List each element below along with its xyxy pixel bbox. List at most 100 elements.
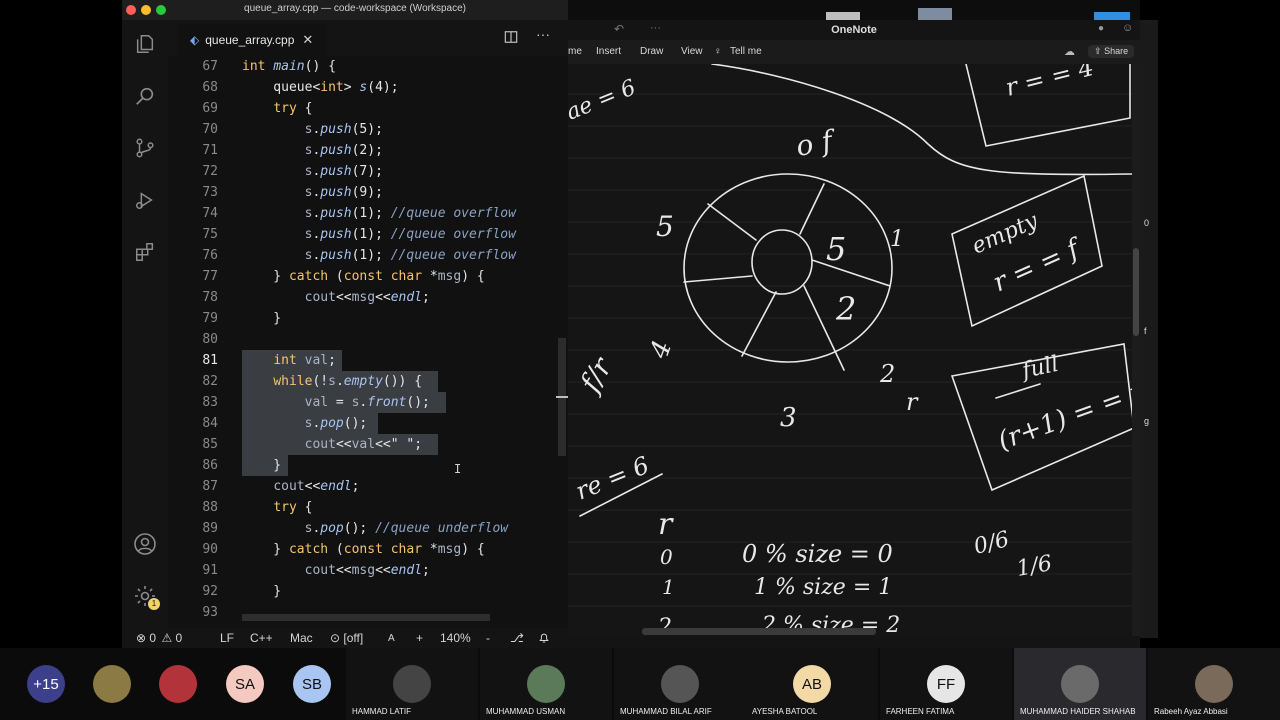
code-line[interactable]: 72 s.push(7); [168,161,558,182]
participant-tile[interactable]: +15 [20,648,72,720]
language-mode[interactable]: C++ [250,631,273,645]
code-line[interactable]: 77 } catch (const char *msg) { [168,266,558,287]
code-line[interactable]: 75 s.push(1); //queue overflow [168,224,558,245]
participant-tile[interactable]: Rabeeh Ayaz Abbasi [1148,648,1280,720]
code-text: s.push(1); //queue overflow [304,206,516,221]
code-line[interactable]: 76 s.push(1); //queue overflow [168,245,558,266]
code-line[interactable]: 88 try { [168,497,558,518]
code-line[interactable]: 79 } [168,308,558,329]
code-text: } [242,584,282,599]
settings-badge: 1 [148,598,160,610]
ink-text-re6: re = 6 [572,451,653,506]
vscode-window: queue_array.cpp — code-workspace (Worksp… [122,0,568,648]
participant-tile[interactable]: MUHAMMAD USMAN [480,648,612,720]
eol-indicator[interactable]: LF [220,631,234,645]
broadcast-toggle[interactable]: ⊙ [off] [330,631,363,645]
ink-text-f-slash-r: f/r [572,351,619,399]
participant-tile[interactable]: FF FARHEEN FATIMA [880,648,1012,720]
editor-horizontal-scrollbar[interactable] [242,614,490,621]
warning-icon: ⚠ [161,631,173,645]
code-text: } catch (const char *msg) { [242,269,485,284]
settings-gear-icon[interactable]: 1 [133,584,160,610]
zoom-level[interactable]: 140% [440,631,471,645]
notifications-bell-icon[interactable] [538,631,550,647]
code-line[interactable]: 67 int main() { [168,56,558,77]
run-debug-icon[interactable] [133,188,157,212]
ink-text-frac-1-6: 1/6 [1015,551,1054,582]
zoom-out-button[interactable]: - [486,631,490,645]
code-line[interactable]: 85 cout<<val<<" "; [168,434,558,455]
sync-icon[interactable]: ☁ [1064,45,1075,58]
code-line[interactable]: 70 s.push(5); [168,119,558,140]
screen: queue_array.cpp — code-workspace (Worksp… [0,0,1280,720]
code-line[interactable]: 90 } catch (const char *msg) { [168,539,558,560]
participant-tile[interactable]: MUHAMMAD BILAL ARIF [614,648,746,720]
code-text: val = s.front(); [304,395,430,410]
code-text: s.push(1); //queue overflow [304,248,516,263]
code-line[interactable]: 68 queue<int> s(4); [168,77,558,98]
extensions-icon[interactable] [133,240,157,264]
code-editor[interactable]: 67 int main() {68 queue<int> s(4); 69 try … [168,56,568,628]
code-line[interactable]: 78 cout<<msg<<endl; [168,287,558,308]
code-line[interactable]: 82 while(!s.empty()) { [168,371,558,392]
participant-tile[interactable]: MUHAMMAD HAIDER SHAHAB [1014,648,1146,720]
horizontal-scrollbar[interactable] [642,628,876,635]
code-line[interactable]: 83 val = s.front(); [168,392,558,413]
code-line[interactable]: 69 try { [168,98,558,119]
code-line[interactable]: 84 s.pop(); [168,413,558,434]
source-control-icon[interactable] [133,136,157,160]
line-number: 81 [202,353,218,368]
line-number: 80 [202,332,218,347]
tell-me-search[interactable]: Tell me [730,46,762,57]
participant-photo-avatar [1195,665,1233,703]
line-number: 93 [202,605,218,620]
participant-tile[interactable]: AB AYESHA BATOOL [746,648,878,720]
code-text: } [242,311,282,326]
share-button[interactable]: ⇪ Share [1088,45,1135,58]
code-line[interactable]: 92 } [168,581,558,602]
ink-text-one: 1 [890,227,904,252]
onenote-undo-icon[interactable]: ↶ [614,22,624,36]
code-line[interactable]: 80 [168,329,558,350]
code-line[interactable]: 73 s.push(9); [168,182,558,203]
participant-tile[interactable]: HAMMAD LATIF [346,648,478,720]
code-line[interactable]: 86 } [168,455,558,476]
close-tab-icon[interactable]: ✕ [302,32,313,48]
participant-tile[interactable] [152,648,204,720]
code-text: while(!s.empty()) { [273,374,423,389]
code-line[interactable]: 74 s.push(1); //queue overflow [168,203,558,224]
vertical-scroll-thumb[interactable] [1133,248,1139,336]
onenote-more-icon[interactable]: ··· [650,22,661,34]
participant-tile[interactable]: SB [286,648,338,720]
code-line[interactable]: 71 s.push(2); [168,140,558,161]
participant-tile[interactable]: SA [219,648,271,720]
line-number: 79 [202,311,218,326]
code-line[interactable]: 81 int val; [168,350,558,371]
platform-indicator[interactable]: Mac [290,631,313,645]
code-line[interactable]: 91 cout<<msg<<endl; [168,560,558,581]
vertical-scrollbar[interactable] [1132,64,1140,636]
explorer-icon[interactable] [133,32,157,56]
participant-photo-avatar [393,665,431,703]
ribbon-tab-draw[interactable]: Draw [640,46,663,57]
search-icon[interactable] [133,84,157,108]
code-line[interactable]: 87 cout<<endl; [168,476,558,497]
ribbon-tab-home[interactable]: me [568,46,582,57]
split-editor-icon[interactable] [504,30,518,49]
code-text: cout<<msg<<endl; [304,290,430,305]
zoom-in-button[interactable]: + [416,631,423,645]
live-share-icon[interactable]: ⎇ [510,631,524,645]
participant-tile[interactable] [86,648,138,720]
tab-queue-array-cpp[interactable]: ⬖ queue_array.cpp ✕ [178,24,326,56]
bell-icon[interactable]: ● [1098,23,1104,34]
more-actions-icon[interactable]: ··· [536,26,550,42]
problems-indicator[interactable]: ⊗ 0 ⚠ 0 [136,631,182,645]
ribbon-tab-view[interactable]: View [681,46,703,57]
notebook-page-canvas[interactable]: r = = 4 ae = 6 o f 5 5 2 1 2 3 r f/r 4 e… [568,64,1134,636]
smiley-icon[interactable]: ☺ [1122,22,1133,34]
account-icon[interactable] [133,532,157,556]
ribbon-tab-insert[interactable]: Insert [596,46,621,57]
ink-text-two-outer: 2 [879,360,895,388]
font-size-label[interactable]: A [388,633,395,644]
code-line[interactable]: 89 s.pop(); //queue underflow [168,518,558,539]
